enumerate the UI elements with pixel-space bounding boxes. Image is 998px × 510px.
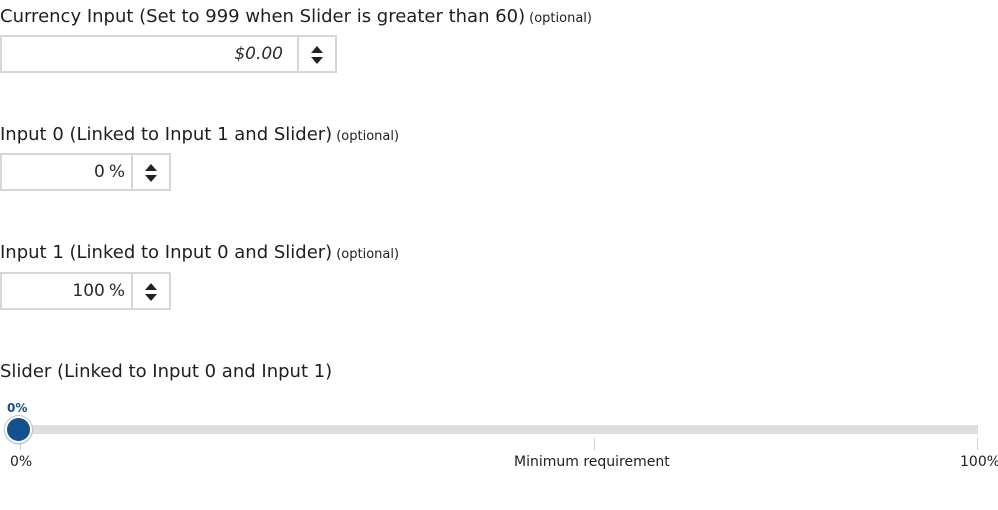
input0-value: 0: [94, 162, 105, 182]
input1-label-text: Input 1 (Linked to Input 0 and Slider): [0, 242, 333, 263]
slider-thumb[interactable]: [5, 416, 32, 443]
slider-min-label: 0%: [10, 454, 33, 470]
input0-unit: %: [108, 162, 125, 182]
slider-mid-label: Minimum requirement: [514, 454, 670, 470]
input0-optional: (optional): [336, 129, 400, 144]
currency-input-optional: (optional): [529, 11, 592, 26]
currency-input[interactable]: $0.00: [0, 35, 337, 73]
input1-value-box[interactable]: 100%: [2, 274, 133, 308]
slider-track[interactable]: [18, 425, 978, 434]
slider-tick-max: [977, 438, 978, 450]
input0-label: Input 0 (Linked to Input 1 and Slider) (o…: [0, 124, 399, 148]
input0-field[interactable]: 0%: [0, 153, 171, 191]
caret-down-icon[interactable]: [145, 294, 157, 301]
input0-label-text: Input 0 (Linked to Input 1 and Slider): [0, 124, 333, 145]
slider-max-label: 100%: [960, 454, 998, 470]
caret-down-icon[interactable]: [311, 57, 323, 64]
caret-up-icon[interactable]: [145, 164, 157, 171]
currency-input-label: Currency Input (Set to 999 when Slider i…: [0, 6, 592, 30]
currency-input-value[interactable]: $0.00: [2, 37, 299, 71]
input0-value-box[interactable]: 0%: [2, 155, 133, 189]
input1-unit: %: [108, 281, 125, 301]
slider-tick-mid: [594, 438, 595, 450]
input1-label: Input 1 (Linked to Input 0 and Slider) (o…: [0, 242, 399, 266]
currency-input-spinner[interactable]: [299, 37, 335, 71]
caret-up-icon[interactable]: [145, 283, 157, 290]
input1-field[interactable]: 100%: [0, 272, 171, 310]
slider-value-label: 0%: [7, 401, 28, 415]
input0-spinner[interactable]: [133, 155, 169, 189]
input1-spinner[interactable]: [133, 274, 169, 308]
slider-label: Slider (Linked to Input 0 and Input 1): [0, 361, 333, 382]
input1-value: 100: [72, 281, 105, 301]
caret-down-icon[interactable]: [145, 175, 157, 182]
caret-up-icon[interactable]: [311, 46, 323, 53]
currency-input-label-text: Currency Input (Set to 999 when Slider i…: [0, 6, 526, 27]
input1-optional: (optional): [336, 247, 400, 262]
